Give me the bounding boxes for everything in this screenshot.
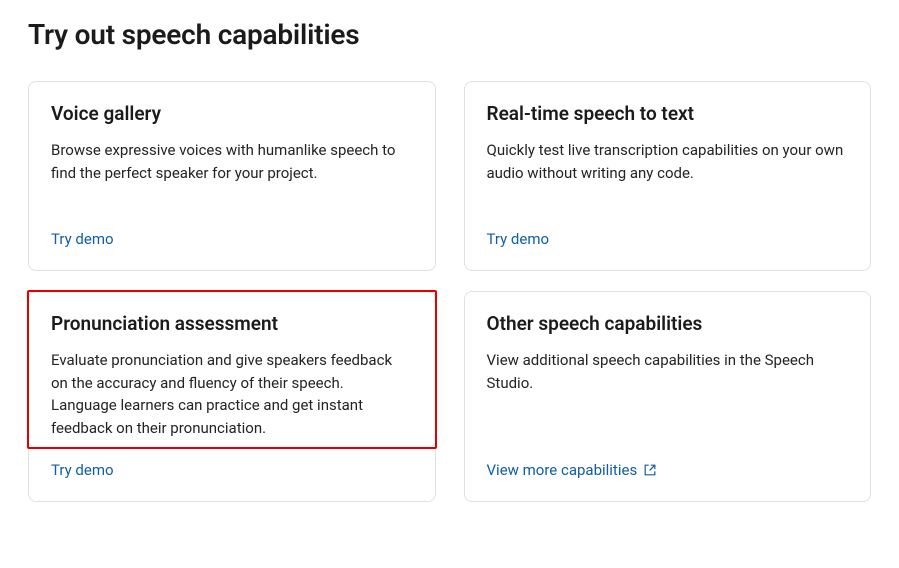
- try-demo-link-realtime-stt[interactable]: Try demo: [487, 230, 550, 248]
- card-description: Browse expressive voices with humanlike …: [51, 139, 413, 208]
- try-demo-link-pronunciation[interactable]: Try demo: [51, 461, 114, 479]
- page-title: Try out speech capabilities: [28, 18, 871, 51]
- card-voice-gallery: Voice gallery Browse expressive voices w…: [28, 81, 436, 271]
- card-title: Other speech capabilities: [487, 312, 849, 335]
- view-more-capabilities-link[interactable]: View more capabilities: [487, 461, 658, 479]
- card-title: Pronunciation assessment: [51, 312, 413, 335]
- card-title: Real-time speech to text: [487, 102, 849, 125]
- card-description: Quickly test live transcription capabili…: [487, 139, 849, 208]
- card-pronunciation-assessment: Pronunciation assessment Evaluate pronun…: [28, 291, 436, 502]
- card-other-capabilities: Other speech capabilities View additiona…: [464, 291, 872, 502]
- link-label: View more capabilities: [487, 461, 638, 479]
- card-description: Evaluate pronunciation and give speakers…: [51, 349, 413, 439]
- card-realtime-stt: Real-time speech to text Quickly test li…: [464, 81, 872, 271]
- external-link-icon: [643, 463, 657, 477]
- card-description: View additional speech capabilities in t…: [487, 349, 849, 439]
- card-grid: Voice gallery Browse expressive voices w…: [28, 81, 871, 502]
- try-demo-link-voice-gallery[interactable]: Try demo: [51, 230, 114, 248]
- card-title: Voice gallery: [51, 102, 413, 125]
